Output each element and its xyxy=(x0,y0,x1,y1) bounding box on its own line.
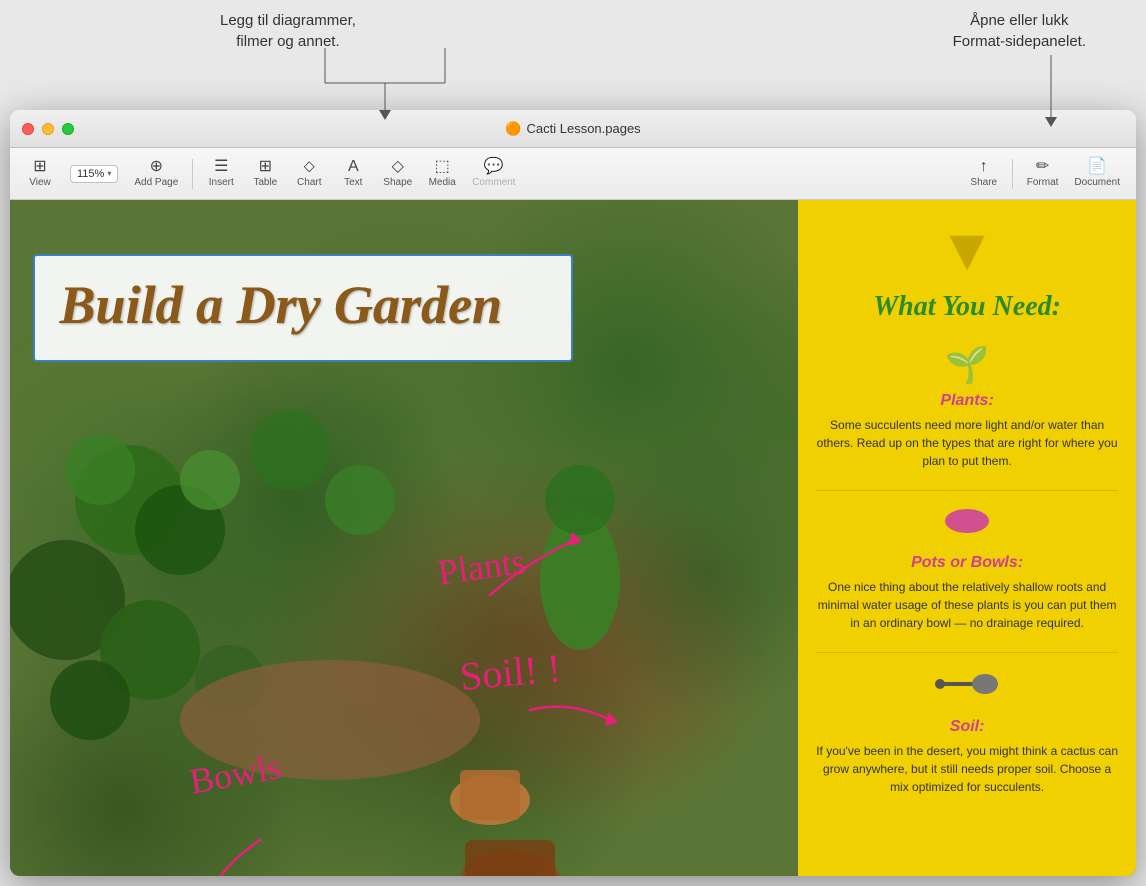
comment-label: Comment xyxy=(472,177,515,188)
bowls-body: One nice thing about the relatively shal… xyxy=(816,578,1118,632)
toolbar-sep-2 xyxy=(1012,159,1013,189)
text-button[interactable]: A Text xyxy=(331,155,375,192)
table-icon: ⊞ xyxy=(259,159,272,175)
bowls-title: Pots or Bowls: xyxy=(816,554,1118,572)
shape-label: Shape xyxy=(383,177,412,188)
document-icon: 📄 xyxy=(1087,159,1107,175)
insert-button[interactable]: ☰ Insert xyxy=(199,155,243,192)
share-icon: ↑ xyxy=(980,159,988,175)
chart-button[interactable]: ⬦ Chart xyxy=(287,155,331,192)
share-label: Share xyxy=(970,177,997,188)
document-button[interactable]: 📄 Document xyxy=(1066,155,1128,192)
minimize-button[interactable] xyxy=(42,123,54,135)
media-icon: ⬚ xyxy=(435,159,450,175)
divider-2 xyxy=(816,652,1118,653)
zoom-value: 115% xyxy=(77,168,104,180)
document-label: Document xyxy=(1074,177,1120,188)
table-label: Table xyxy=(253,177,277,188)
titlebar: 🟠 Cacti Lesson.pages xyxy=(10,110,1136,148)
insert-icon: ☰ xyxy=(214,159,228,175)
comment-button[interactable]: 💬 Comment xyxy=(464,155,523,192)
annotation-left-line1: Legg til diagrammer, xyxy=(220,12,356,29)
view-button[interactable]: ⊞ View xyxy=(18,155,62,192)
text-icon: A xyxy=(348,159,359,175)
shape-icon: ◇ xyxy=(392,159,404,175)
close-button[interactable] xyxy=(22,123,34,135)
title-card[interactable]: Build a Dry Garden xyxy=(33,254,573,362)
table-button[interactable]: ⊞ Table xyxy=(243,155,287,192)
panel-heading: What You Need: xyxy=(816,290,1118,324)
insert-label: Insert xyxy=(209,177,234,188)
view-icon: ⊞ xyxy=(33,159,46,175)
add-page-icon: ⊕ xyxy=(150,159,163,175)
title-label: Cacti Lesson.pages xyxy=(527,121,641,136)
toolbar: ⊞ View 115% ▾ ⊕ Add Page ☰ Insert ⊞ Tabl… xyxy=(10,148,1136,200)
app-window: 🟠 Cacti Lesson.pages ⊞ View 115% ▾ ⊕ Add… xyxy=(10,110,1136,876)
comment-icon: 💬 xyxy=(484,159,504,175)
annotation-right: Åpne eller lukk Format-sidepanelet. xyxy=(953,10,1086,52)
file-icon: 🟠 xyxy=(505,121,521,137)
plants-title: Plants: xyxy=(816,392,1118,410)
plants-body: Some succulents need more light and/or w… xyxy=(816,416,1118,470)
format-label: Format xyxy=(1027,177,1059,188)
panel-section-bowls: Pots or Bowls: One nice thing about the … xyxy=(816,506,1118,632)
panel-arrow-icon: ▼ xyxy=(816,220,1118,280)
annotation-left: Legg til diagrammer, filmer og annet. xyxy=(220,10,356,52)
traffic-lights xyxy=(22,123,74,135)
soil-title: Soil: xyxy=(816,718,1118,736)
shape-button[interactable]: ◇ Shape xyxy=(375,155,420,192)
annotation-right-line1: Åpne eller lukk xyxy=(970,12,1068,29)
media-label: Media xyxy=(429,177,456,188)
maximize-button[interactable] xyxy=(62,123,74,135)
chart-label: Chart xyxy=(297,177,321,188)
text-label: Text xyxy=(344,177,362,188)
plant-icon: 🌱 xyxy=(816,344,1118,386)
annotation-right-line2: Format-sidepanelet. xyxy=(953,33,1086,50)
shovel-icon xyxy=(816,668,1118,712)
panel-section-soil: Soil: If you've been in the desert, you … xyxy=(816,668,1118,796)
zoom-control[interactable]: 115% ▾ xyxy=(62,161,126,187)
document-canvas: Build a Dry Garden Plants Soil! Bowls xyxy=(10,200,1136,876)
zoom-chevron-icon: ▾ xyxy=(107,169,111,178)
annotation-left-line2: filmer og annet. xyxy=(236,33,339,50)
share-button[interactable]: ↑ Share xyxy=(962,155,1006,192)
divider-1 xyxy=(816,490,1118,491)
bowl-icon xyxy=(816,506,1118,548)
format-button[interactable]: ✏ Format xyxy=(1019,155,1067,192)
panel-section-plants: 🌱 Plants: Some succulents need more ligh… xyxy=(816,344,1118,470)
chart-icon: ⬦ xyxy=(304,159,315,175)
add-page-button[interactable]: ⊕ Add Page xyxy=(126,155,186,192)
soil-body: If you've been in the desert, you might … xyxy=(816,742,1118,796)
view-label: View xyxy=(29,177,51,188)
toolbar-sep-1 xyxy=(192,159,193,189)
format-icon: ✏ xyxy=(1036,159,1049,175)
add-page-label: Add Page xyxy=(134,177,178,188)
title-text: Build a Dry Garden xyxy=(60,276,546,335)
media-button[interactable]: ⬚ Media xyxy=(420,155,464,192)
zoom-display[interactable]: 115% ▾ xyxy=(70,165,118,183)
document-content[interactable]: Build a Dry Garden Plants Soil! Bowls xyxy=(10,200,1136,876)
info-panel: ▼ What You Need: 🌱 Plants: Some succulen… xyxy=(798,200,1136,876)
window-title: 🟠 Cacti Lesson.pages xyxy=(505,121,640,137)
